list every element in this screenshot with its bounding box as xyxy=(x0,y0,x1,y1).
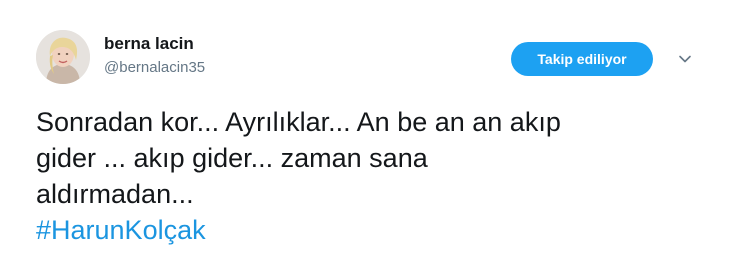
chevron-down-icon xyxy=(679,55,691,63)
hashtag-link[interactable]: #HarunKolçak xyxy=(36,212,206,248)
display-name[interactable]: berna lacin xyxy=(104,34,205,54)
profile-photo-icon xyxy=(36,30,90,84)
avatar[interactable] xyxy=(36,30,90,84)
tweet-text-line: aldırmadan... xyxy=(36,179,194,209)
tweet-text-line: Sonradan kor... Ayrılıklar... An be an a… xyxy=(36,107,561,137)
following-button[interactable]: Takip ediliyor xyxy=(511,42,653,76)
tweet-text-line: gider ... akıp gider... zaman sana xyxy=(36,143,428,173)
user-handle[interactable]: @bernalacin35 xyxy=(104,58,205,78)
more-options-button[interactable] xyxy=(678,52,692,66)
tweet-card: berna lacin @bernalacin35 Takip ediliyor… xyxy=(0,0,730,264)
tweet-text: Sonradan kor... Ayrılıklar... An be an a… xyxy=(36,104,696,248)
user-info: berna lacin @bernalacin35 xyxy=(104,34,205,78)
